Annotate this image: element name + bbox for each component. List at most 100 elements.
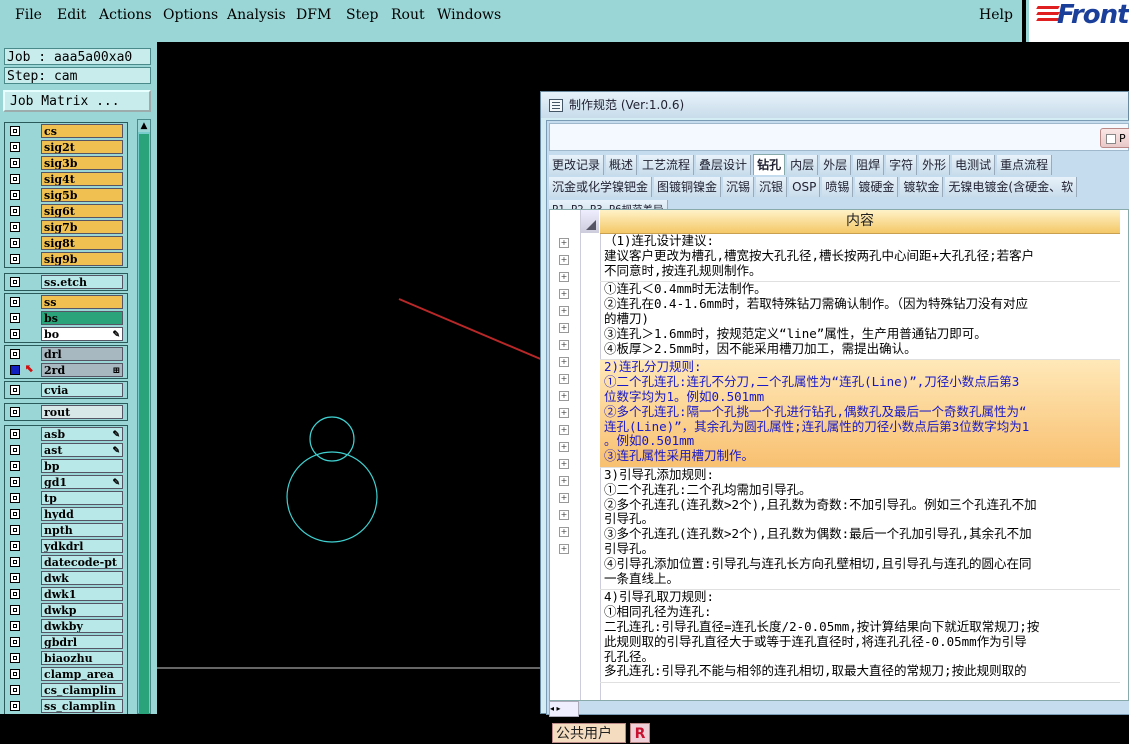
layer-name[interactable]: dwkby: [41, 619, 123, 633]
layer-checkbox[interactable]: [10, 254, 20, 264]
layer-name[interactable]: dwk1: [41, 587, 123, 601]
layer-checkbox[interactable]: [10, 605, 20, 615]
tab-tabs_row2-7[interactable]: 镀软金: [900, 177, 944, 197]
layer-row[interactable]: hydd: [5, 506, 127, 522]
tree-expand-icon[interactable]: +: [559, 255, 569, 265]
layer-row[interactable]: ydkdrl: [5, 538, 127, 554]
layer-row[interactable]: biaozhu: [5, 650, 127, 666]
edit-icon[interactable]: ✎: [112, 328, 120, 340]
content-row[interactable]: 4)引导孔取刀规则: ①相同孔径为连孔: 二孔连孔:引导孔直径=连孔长度/2-0.0…: [600, 590, 1120, 684]
layer-name[interactable]: bp: [41, 459, 123, 473]
layer-row[interactable]: sig8t: [5, 235, 127, 251]
layer-row[interactable]: ⬉ 2rd ⊞: [5, 362, 127, 378]
layer-checkbox[interactable]: [10, 329, 20, 339]
tree-expand-icon[interactable]: +: [559, 544, 569, 554]
layer-checkbox[interactable]: [10, 365, 20, 375]
tab-tabs_row1-5[interactable]: 内层: [787, 155, 819, 175]
layer-row[interactable]: sig4t: [5, 171, 127, 187]
layer-name[interactable]: hydd: [41, 507, 123, 521]
tab-tabs_row2-6[interactable]: 镀硬金: [855, 177, 899, 197]
edit-icon[interactable]: ✎: [112, 476, 120, 488]
menu-file[interactable]: File: [15, 7, 42, 23]
tree-expand-icon[interactable]: +: [559, 238, 569, 248]
layer-row[interactable]: dwkp: [5, 602, 127, 618]
tab-tabs_row2-8[interactable]: 无镍电镀金(含硬金、软: [945, 177, 1078, 197]
layer-list-scrollbar[interactable]: ▲: [137, 119, 151, 714]
layer-name[interactable]: npth: [41, 523, 123, 537]
tab-tabs_row1-3[interactable]: 叠层设计: [696, 155, 752, 175]
layer-name[interactable]: 2rd ⊞: [41, 363, 123, 377]
layer-row[interactable]: gd1 ✎: [5, 474, 127, 490]
tree-expand-icon[interactable]: +: [559, 391, 569, 401]
layer-row[interactable]: sig5b: [5, 187, 127, 203]
tab-tabs_row2-1[interactable]: 图镀铜镍金: [654, 177, 722, 197]
layer-name[interactable]: gbdrl: [41, 635, 123, 649]
tab-tabs_row2-2[interactable]: 沉锡: [723, 177, 755, 197]
layer-row[interactable]: dwkby: [5, 618, 127, 634]
layer-row[interactable]: rout: [5, 404, 127, 420]
layer-name[interactable]: cs: [41, 124, 123, 138]
layer-row[interactable]: tp: [5, 490, 127, 506]
layer-name[interactable]: sig9b: [41, 252, 123, 266]
layer-checkbox[interactable]: [10, 589, 20, 599]
layer-checkbox[interactable]: [10, 142, 20, 152]
layer-name[interactable]: clamp_area: [41, 667, 123, 681]
layer-name[interactable]: dwk: [41, 571, 123, 585]
tree-expand-icon[interactable]: +: [559, 357, 569, 367]
layer-checkbox[interactable]: [10, 477, 20, 487]
menu-analysis[interactable]: Analysis: [227, 7, 286, 23]
tab-tabs_row1-0[interactable]: 更改记录: [549, 155, 605, 175]
tree-expand-icon[interactable]: +: [559, 374, 569, 384]
layer-name[interactable]: cs_clamplin: [41, 683, 123, 697]
layer-name[interactable]: drl: [41, 347, 123, 361]
tree-expand-icon[interactable]: +: [559, 272, 569, 282]
job-matrix-button[interactable]: Job Matrix ...: [3, 90, 151, 112]
layer-row[interactable]: sig6t: [5, 203, 127, 219]
menu-windows[interactable]: Windows: [437, 7, 501, 23]
layer-name[interactable]: sig2t: [41, 140, 123, 154]
layer-row[interactable]: sig7b: [5, 219, 127, 235]
tab-tabs_row1-10[interactable]: 电测试: [952, 155, 996, 175]
layer-row[interactable]: cvia: [5, 382, 127, 398]
tree-expand-icon[interactable]: +: [559, 340, 569, 350]
layer-checkbox[interactable]: [10, 222, 20, 232]
menu-step[interactable]: Step: [346, 7, 378, 23]
layer-name[interactable]: bs: [41, 311, 123, 325]
layer-name[interactable]: dwkp: [41, 603, 123, 617]
tab-tabs_row1-11[interactable]: 重点流程: [997, 155, 1053, 175]
tab-tabs_row2-4[interactable]: OSP: [789, 177, 821, 197]
layer-checkbox[interactable]: [10, 621, 20, 631]
layer-checkbox[interactable]: [10, 701, 20, 711]
layer-checkbox[interactable]: [10, 573, 20, 583]
layer-checkbox[interactable]: [10, 429, 20, 439]
grid-corner[interactable]: [581, 210, 599, 233]
scroll-up-icon[interactable]: ▲: [138, 120, 150, 132]
menu-rout[interactable]: Rout: [391, 7, 425, 23]
tree-expand-icon[interactable]: +: [559, 476, 569, 486]
layer-checkbox[interactable]: [10, 297, 20, 307]
layer-name[interactable]: sig6t: [41, 204, 123, 218]
layer-row[interactable]: gbdrl: [5, 634, 127, 650]
tree-expand-icon[interactable]: +: [559, 323, 569, 333]
tab-tabs_row2-3[interactable]: 沉银: [756, 177, 788, 197]
layer-row[interactable]: ss: [5, 294, 127, 310]
column-header-content[interactable]: 内容: [600, 210, 1120, 234]
layer-name[interactable]: rout: [41, 405, 123, 419]
layer-row[interactable]: cs_clamplin: [5, 682, 127, 698]
layer-checkbox[interactable]: [10, 407, 20, 417]
layer-name[interactable]: sig4t: [41, 172, 123, 186]
layer-row[interactable]: sig3b: [5, 155, 127, 171]
layer-checkbox[interactable]: [10, 190, 20, 200]
layer-checkbox[interactable]: [10, 174, 20, 184]
layer-row[interactable]: datecode-pt: [5, 554, 127, 570]
content-row[interactable]: （1)连孔设计建议: 建议客户更改为槽孔,槽宽按大孔孔径,槽长按两孔中心间距+大孔…: [600, 234, 1120, 283]
expand-icon[interactable]: ⊞: [112, 364, 120, 376]
edit-icon[interactable]: ✎: [112, 428, 120, 440]
tab-tabs_row2-5[interactable]: 喷锡: [822, 177, 854, 197]
tab-tabs_row1-9[interactable]: 外形: [919, 155, 951, 175]
layer-row[interactable]: ss.etch: [5, 274, 127, 290]
layer-name[interactable]: asb ✎: [41, 427, 123, 441]
layer-checkbox[interactable]: [10, 385, 20, 395]
layer-row[interactable]: dwk: [5, 570, 127, 586]
p-button[interactable]: P: [1100, 128, 1129, 148]
